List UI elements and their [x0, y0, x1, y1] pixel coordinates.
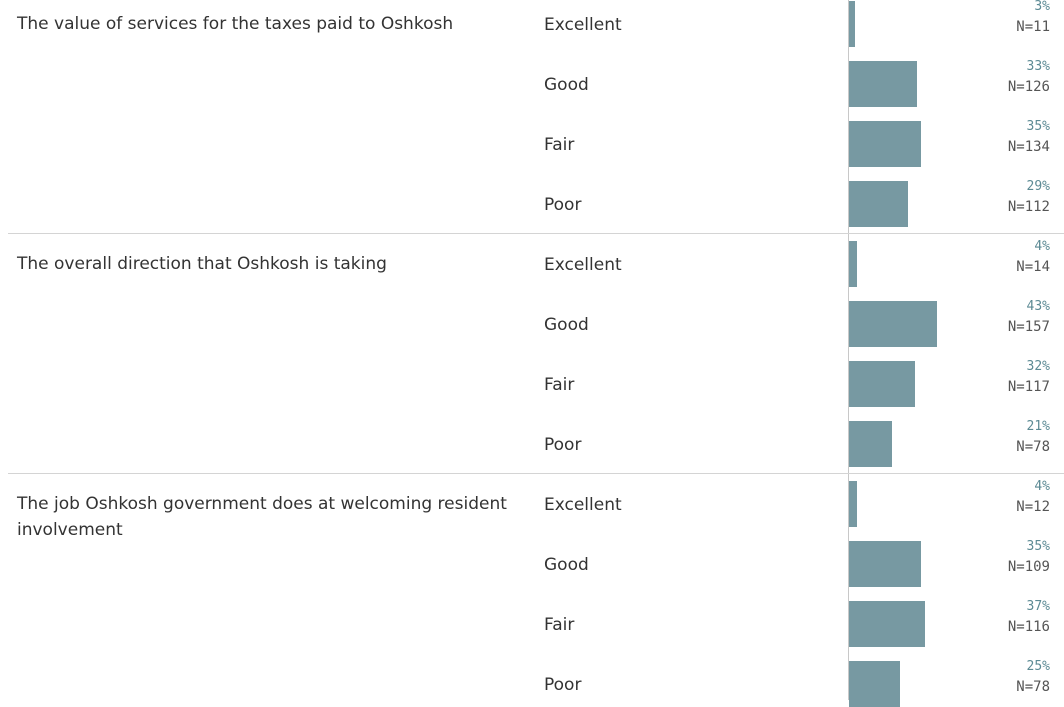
sample-size-label: N=126	[1007, 79, 1050, 95]
sample-size-label: N=109	[1007, 559, 1050, 575]
rating-label: Fair	[544, 375, 575, 395]
percent-label: 4%	[1034, 479, 1050, 494]
sample-size-label: N=117	[1007, 379, 1050, 395]
sample-size-label: N=12	[1016, 499, 1050, 515]
question-label: The job Oshkosh government does at welco…	[17, 494, 507, 540]
bar-mark	[849, 541, 921, 587]
percent-label: 32%	[1026, 359, 1050, 374]
sample-size-label: N=78	[1016, 439, 1050, 455]
rating-label: Poor	[544, 195, 582, 215]
percent-label: 4%	[1034, 239, 1050, 254]
survey-bar-chart: The value of services for the taxes paid…	[0, 0, 1064, 707]
sample-size-label: N=11	[1016, 19, 1050, 35]
percent-label: 43%	[1026, 299, 1050, 314]
percent-label: 29%	[1026, 179, 1050, 194]
rating-label: Poor	[544, 435, 582, 455]
bar-mark	[849, 181, 909, 227]
sample-size-label: N=134	[1007, 139, 1050, 155]
rating-label: Excellent	[544, 15, 622, 35]
percent-label: 35%	[1026, 539, 1050, 554]
sample-size-label: N=14	[1016, 259, 1050, 275]
bar-mark	[849, 361, 915, 407]
sample-size-label: N=116	[1007, 619, 1050, 635]
rating-label: Poor	[544, 675, 582, 695]
sample-size-label: N=112	[1007, 199, 1050, 215]
bar-mark	[849, 601, 925, 647]
bar-mark	[849, 661, 901, 707]
bar-mark	[849, 61, 917, 107]
bar-mark	[849, 421, 893, 467]
bar-mark	[849, 481, 858, 527]
bar-mark	[849, 241, 858, 287]
question-label: The overall direction that Oshkosh is ta…	[17, 254, 387, 274]
percent-label: 37%	[1026, 599, 1050, 614]
rating-label: Excellent	[544, 255, 622, 275]
rating-label: Good	[544, 555, 589, 575]
percent-label: 3%	[1034, 0, 1050, 14]
rating-label: Good	[544, 315, 589, 335]
sample-size-label: N=157	[1007, 319, 1050, 335]
rating-label: Fair	[544, 135, 575, 155]
percent-label: 33%	[1026, 59, 1050, 74]
question-label: The value of services for the taxes paid…	[17, 14, 454, 34]
percent-label: 35%	[1026, 119, 1050, 134]
group-separator	[8, 473, 1064, 474]
rating-label: Fair	[544, 615, 575, 635]
sample-size-label: N=78	[1016, 679, 1050, 695]
bar-mark	[849, 1, 856, 47]
percent-label: 21%	[1026, 419, 1050, 434]
rating-label: Good	[544, 75, 589, 95]
bar-mark	[849, 121, 921, 167]
rating-label: Excellent	[544, 495, 622, 515]
percent-label: 25%	[1026, 659, 1050, 674]
bar-mark	[849, 301, 938, 347]
group-separator	[8, 233, 1064, 234]
